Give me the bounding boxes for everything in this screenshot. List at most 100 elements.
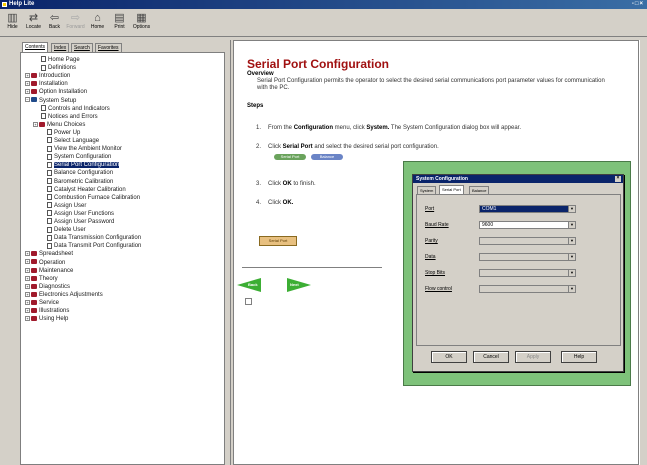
tree-item[interactable]: Home Page (41, 56, 80, 64)
expand-icon[interactable]: + (25, 275, 30, 281)
tree-item[interactable]: + Diagnostics (25, 283, 70, 291)
page-title: Serial Port Configuration (247, 57, 390, 71)
tree-item[interactable]: + Installation (25, 80, 68, 88)
tab-index[interactable]: Index (51, 43, 70, 52)
tree-item[interactable]: Assign User Functions (47, 210, 114, 218)
tab-favorites[interactable]: Favorites (95, 43, 122, 52)
chevron-down-icon[interactable]: ▼ (568, 254, 575, 260)
expand-icon[interactable]: + (25, 73, 30, 79)
checkbox[interactable] (245, 298, 252, 305)
tree-item[interactable]: Select Language (47, 137, 99, 145)
expand-icon[interactable]: + (25, 291, 30, 297)
tree-item[interactable]: Balance Configuration (47, 169, 113, 177)
expand-icon[interactable]: + (25, 267, 30, 273)
chevron-down-icon[interactable]: ▼ (568, 222, 575, 228)
dialog-apply-button[interactable]: Apply (515, 351, 551, 363)
expand-icon[interactable]: + (25, 259, 30, 265)
chevron-down-icon[interactable]: ▼ (568, 206, 575, 212)
expand-icon[interactable]: + (33, 121, 38, 127)
dialog-tab-serial-port[interactable]: Serial Port (439, 185, 464, 194)
dialog-tab-system[interactable]: System (417, 186, 437, 194)
content-scrollbar[interactable] (639, 40, 647, 465)
tree-item[interactable]: + Option Installation (25, 88, 87, 96)
baud-rate-select[interactable]: 9600 ▼ (479, 221, 576, 229)
book-icon (31, 275, 37, 281)
navigation-pane: Contents Index Search Favorites Home Pag… (18, 40, 226, 465)
dialog-tab-balance[interactable]: Balance (469, 186, 490, 194)
tree-item-label: Assign User (54, 202, 87, 209)
tree-item[interactable]: + Maintenance (25, 267, 73, 275)
tree-item[interactable]: + Electronics Adjustments (25, 291, 103, 299)
stop-bits-select[interactable]: ▼ (479, 269, 576, 277)
tree-item[interactable]: Notices and Errors (41, 113, 98, 121)
tree-item[interactable]: + Illustrations (25, 307, 69, 315)
expand-icon[interactable]: + (25, 81, 30, 87)
tree-item[interactable]: Controls and Indicators (41, 105, 110, 113)
locate-button[interactable]: ⇄ Locate (24, 11, 43, 35)
expand-icon[interactable]: + (25, 251, 30, 257)
collapse-icon[interactable]: − (25, 97, 30, 103)
hide-button[interactable]: ▥ Hide (3, 11, 22, 35)
balance-tab-image[interactable]: Balance (311, 154, 343, 160)
expand-icon[interactable]: + (25, 308, 30, 314)
tree-item[interactable]: Combustion Furnace Calibration (47, 194, 140, 202)
back-button[interactable]: ⇦ Back (45, 11, 64, 35)
expand-icon[interactable]: + (25, 283, 30, 289)
tree-item[interactable]: Barometric Calibration (47, 177, 113, 186)
tree-item[interactable]: + Service (25, 299, 59, 307)
dialog-close-icon[interactable]: × (615, 176, 621, 182)
chevron-down-icon[interactable]: ▼ (568, 238, 575, 244)
parity-select[interactable]: ▼ (479, 237, 576, 245)
tree-item[interactable]: View the Ambient Monitor (47, 145, 122, 153)
page-icon (41, 56, 46, 63)
serial-port-image-button[interactable]: Serial Port (259, 236, 297, 246)
dialog-ok-button[interactable]: OK (431, 351, 467, 363)
tree-item[interactable]: Power Up (47, 129, 80, 137)
tree-item-label: Menu Choices (47, 121, 86, 128)
tree-item[interactable]: System Configuration (47, 153, 111, 161)
tree-item[interactable]: + Theory (25, 275, 58, 283)
tree-item[interactable]: Delete User (47, 226, 86, 234)
expand-icon[interactable]: + (25, 316, 30, 322)
home-button[interactable]: ⌂ Home (88, 11, 107, 35)
tree-item[interactable]: + Menu Choices (33, 121, 85, 129)
overview-text: Serial Port Configuration permits the op… (257, 78, 605, 91)
book-icon (31, 73, 37, 79)
expand-icon[interactable]: + (25, 89, 30, 95)
data-select[interactable]: ▼ (479, 253, 576, 261)
divider (242, 267, 382, 268)
tree-item[interactable]: Serial Port Configuration (47, 161, 120, 169)
back-arrow-label: Back (248, 282, 258, 287)
tree-item[interactable]: Assign User Password (47, 218, 114, 226)
tree-item[interactable]: − System Setup (25, 97, 76, 105)
options-button[interactable]: ▦ Options (132, 11, 151, 35)
chevron-down-icon[interactable]: ▼ (568, 270, 575, 276)
tree-item[interactable]: + Operation (25, 259, 65, 267)
tree-item[interactable]: + Using Help (25, 315, 68, 323)
tree-item[interactable]: Data Transmit Port Configuration (47, 242, 141, 250)
port-select[interactable]: COM1 ▼ (479, 205, 576, 213)
tree-item[interactable]: Assign User (47, 202, 86, 210)
tree-item[interactable]: Data Transmission Configuration (47, 234, 141, 242)
tree-item[interactable]: + Introduction (25, 72, 70, 80)
forward-button[interactable]: ⇨ Forward (66, 11, 85, 35)
window-controls[interactable]: -□× (632, 0, 644, 9)
page-icon (41, 64, 46, 71)
expand-icon[interactable]: + (25, 299, 30, 305)
app-icon (2, 2, 7, 7)
dialog-cancel-button[interactable]: Cancel (473, 351, 509, 363)
tab-search[interactable]: Search (71, 43, 93, 52)
tree-item[interactable]: Catalyst Heater Calibration (47, 186, 126, 194)
book-icon (31, 267, 37, 273)
chevron-down-icon[interactable]: ▼ (568, 286, 575, 292)
flow-control-select[interactable]: ▼ (479, 285, 576, 293)
contents-tree[interactable]: Home Page Definitions + Introduction + Instal… (20, 52, 225, 465)
tab-contents[interactable]: Contents (22, 42, 49, 52)
print-button[interactable]: ▤ Print (110, 11, 129, 35)
pane-splitter[interactable] (226, 40, 231, 465)
tree-item[interactable]: Definitions (41, 64, 76, 72)
tree-item[interactable]: + Spreadsheet (25, 250, 73, 258)
dialog-help-button[interactable]: Help (561, 351, 597, 363)
tree-item-label: Diagnostics (39, 283, 71, 290)
serial-port-tab-image[interactable]: Serial Port (274, 154, 306, 160)
